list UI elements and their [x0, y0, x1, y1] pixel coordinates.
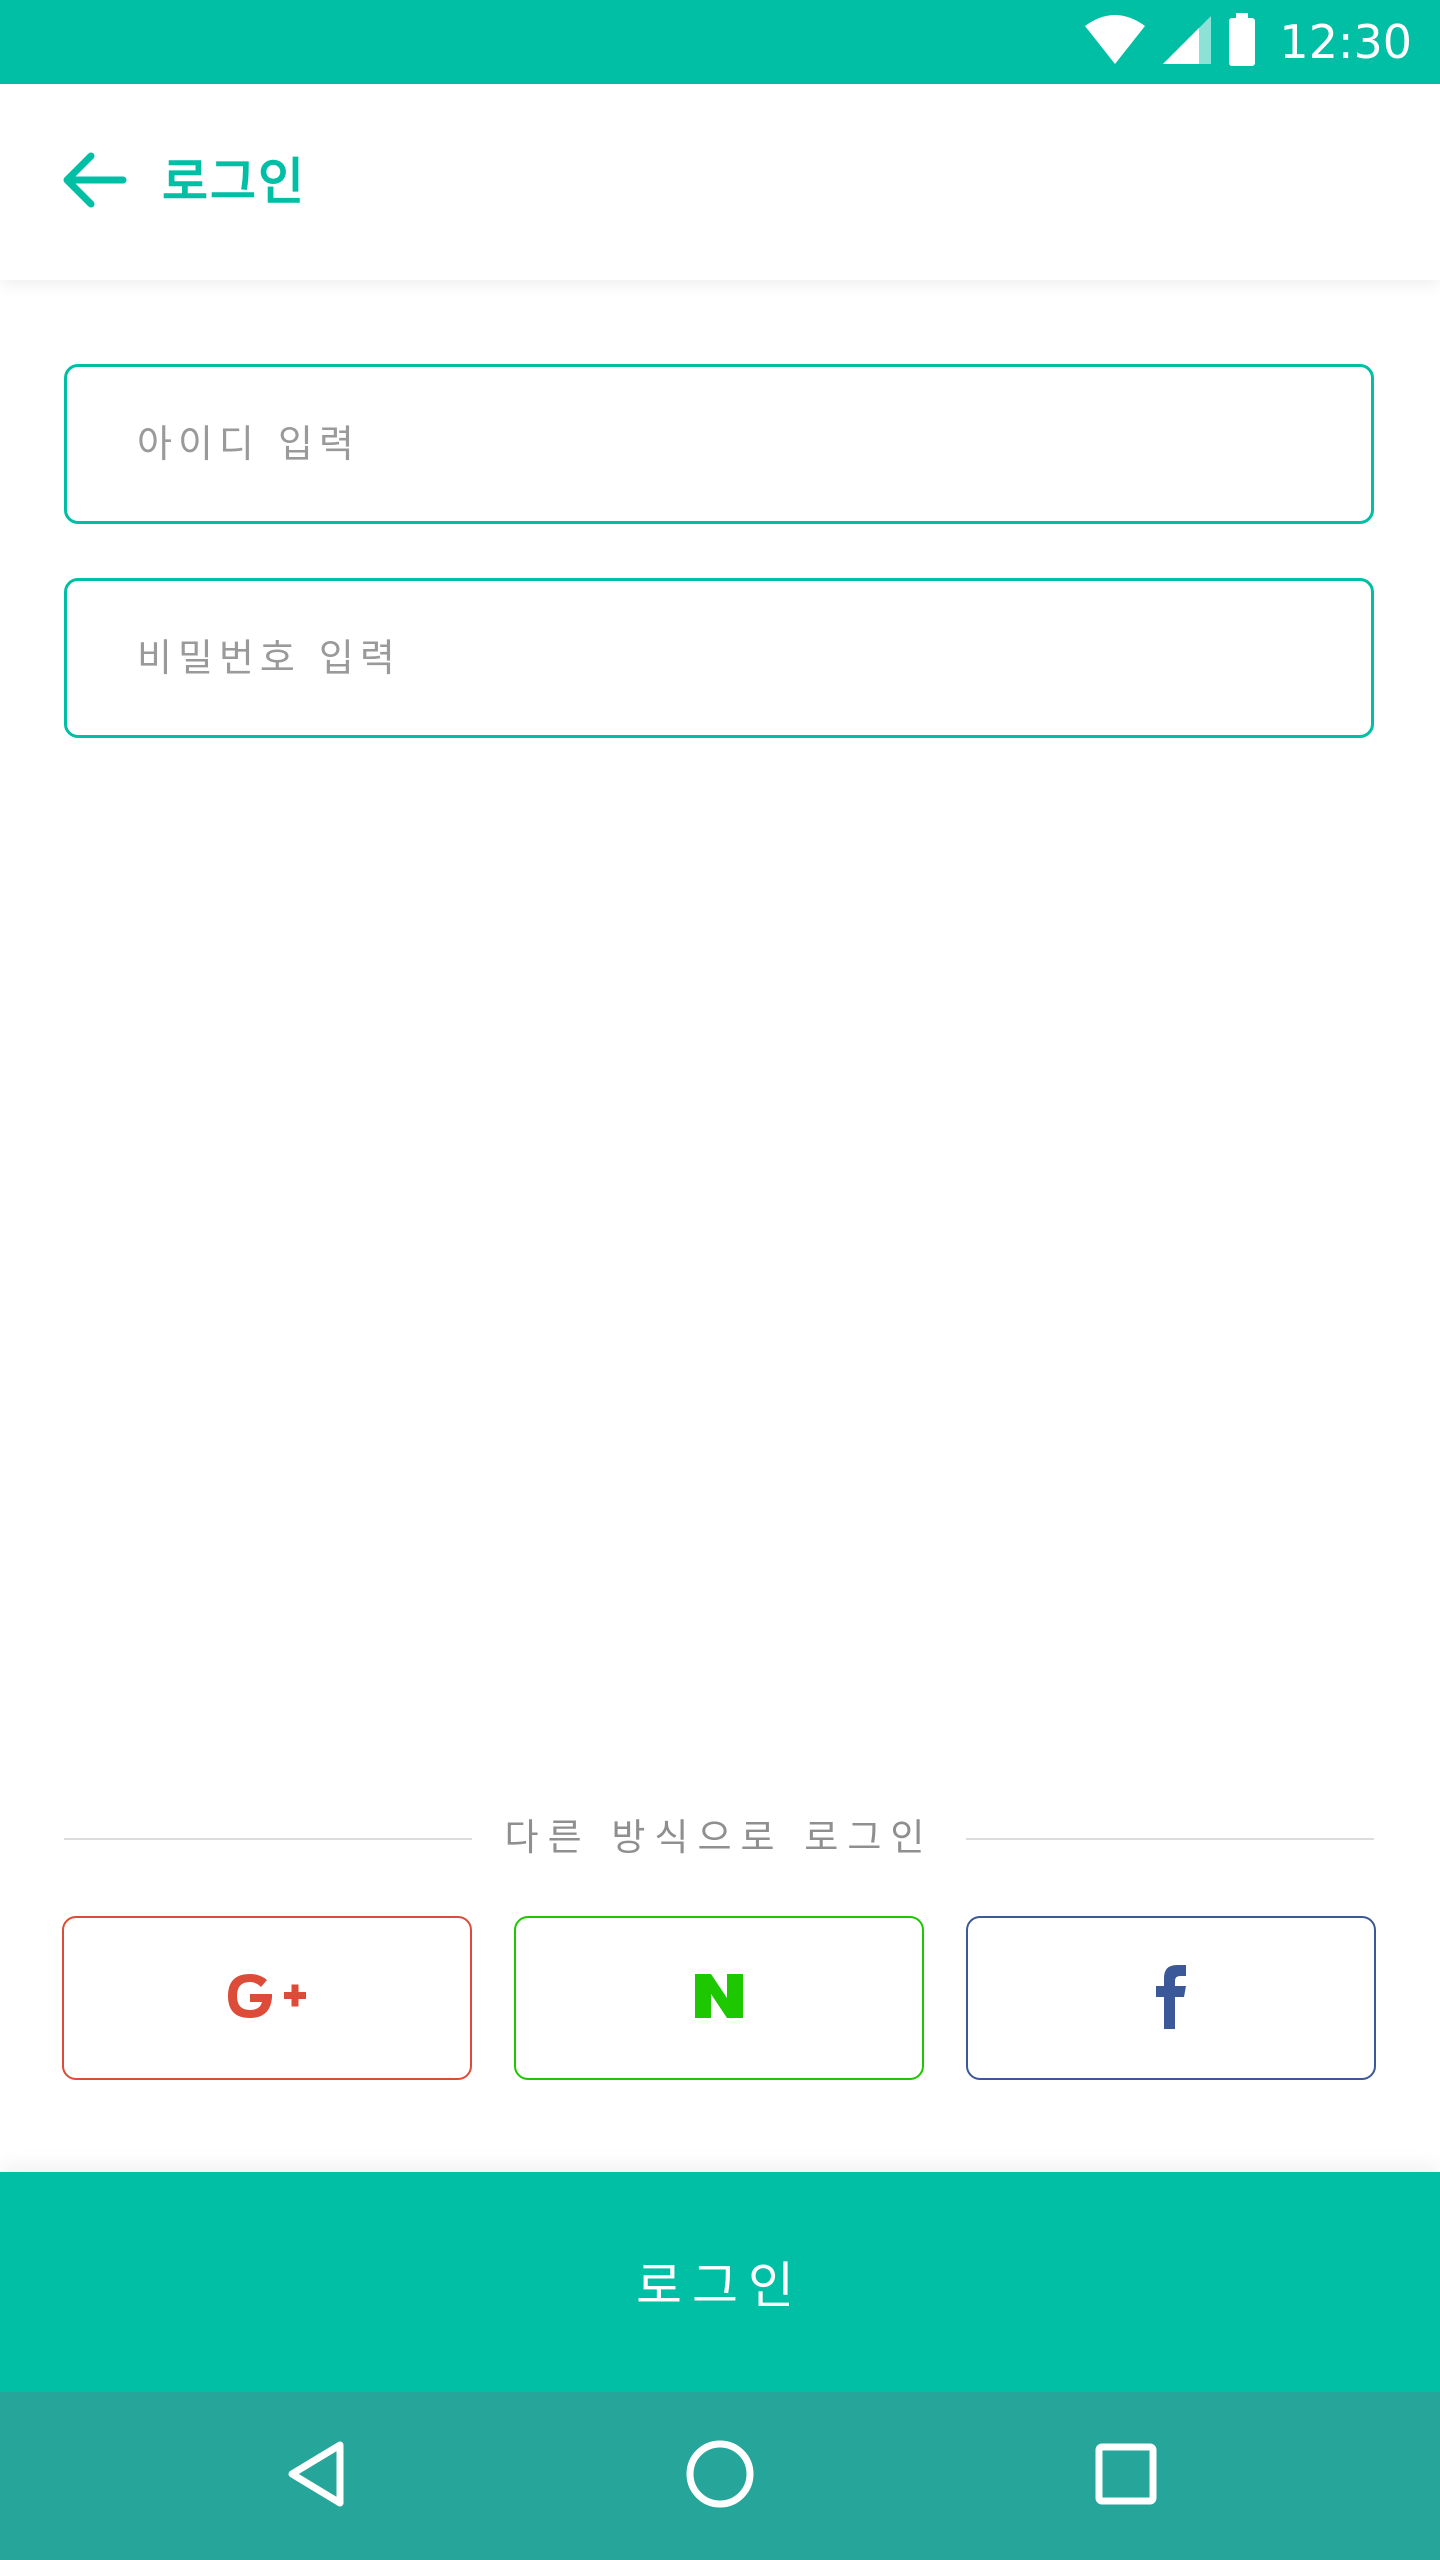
id-field-container — [64, 364, 1374, 524]
nav-back-icon — [284, 2439, 348, 2513]
alt-login-label: 다른 방식으로 로그인 — [504, 1816, 934, 1859]
divider-left — [64, 1838, 472, 1840]
nav-recent-apps-button[interactable] — [1076, 2426, 1176, 2526]
nav-home-icon — [684, 2438, 756, 2514]
facebook-icon — [1154, 1963, 1188, 2033]
naver-login-button[interactable] — [514, 1916, 924, 2080]
nav-recent-apps-icon — [1094, 2442, 1158, 2510]
back-button[interactable] — [56, 144, 132, 220]
arrow-left-icon — [61, 150, 127, 214]
app-bar: 로그인 — [0, 84, 1440, 280]
naver-icon — [693, 1972, 745, 2024]
status-bar: 12:30 — [0, 0, 1440, 84]
signal-icon — [1161, 14, 1213, 70]
login-button[interactable]: 로그인 — [0, 2172, 1440, 2392]
wifi-icon — [1083, 14, 1147, 70]
id-input[interactable] — [137, 367, 1297, 521]
password-field-container — [64, 578, 1374, 738]
page-title: 로그인 — [162, 153, 306, 211]
google-login-button[interactable] — [62, 1916, 472, 2080]
google-plus-icon — [224, 1968, 310, 2028]
nav-bar — [0, 2392, 1440, 2560]
status-time: 12:30 — [1279, 15, 1412, 69]
password-input[interactable] — [137, 581, 1297, 735]
nav-home-button[interactable] — [670, 2426, 770, 2526]
battery-icon — [1227, 13, 1257, 71]
status-icons: 12:30 — [1083, 0, 1412, 84]
facebook-login-button[interactable] — [966, 1916, 1376, 2080]
divider-right — [966, 1838, 1374, 1840]
nav-back-button[interactable] — [266, 2426, 366, 2526]
